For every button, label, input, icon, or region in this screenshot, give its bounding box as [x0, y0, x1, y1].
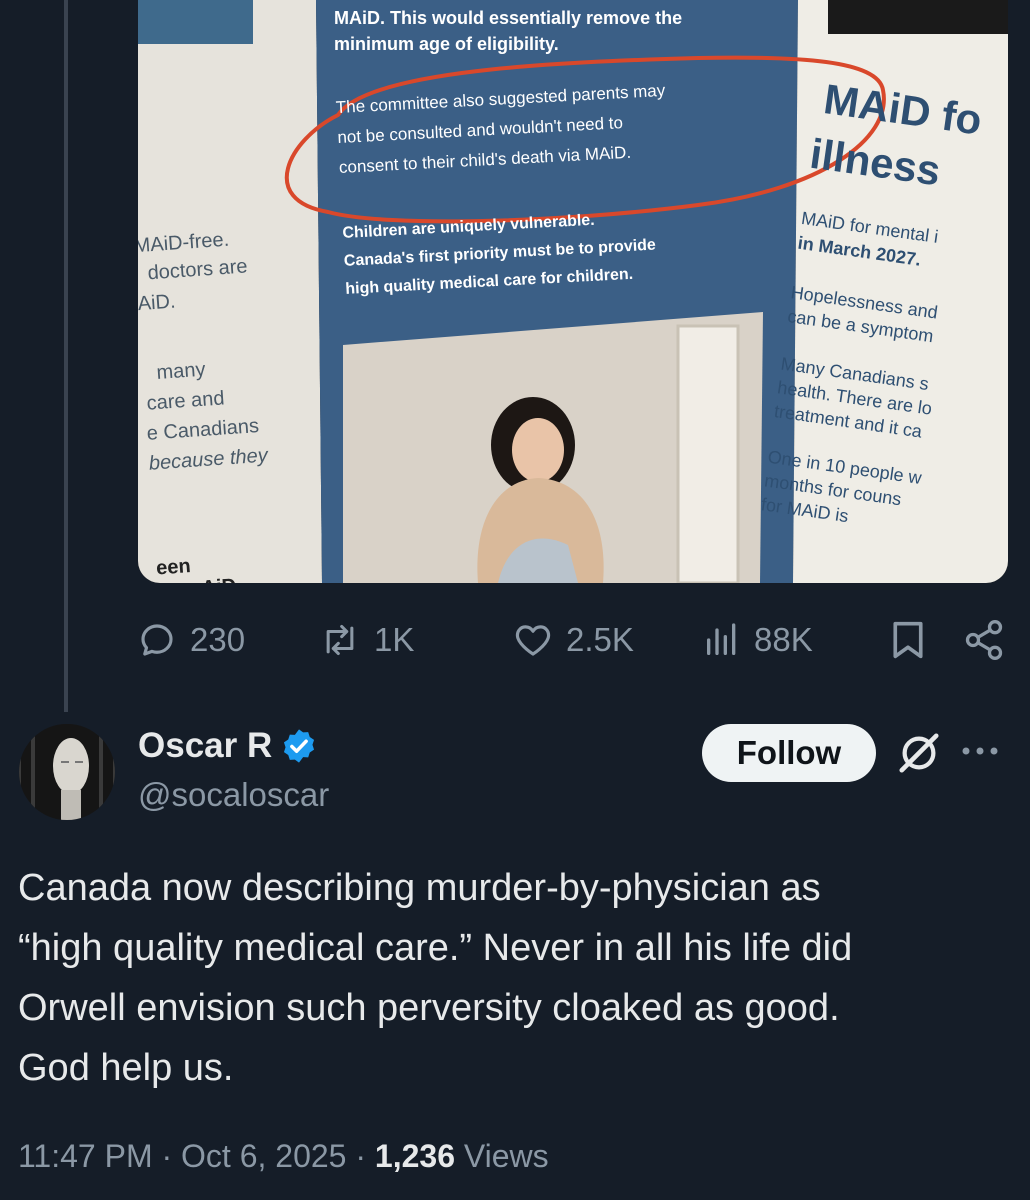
- left-panel-line-3: AiD.: [138, 291, 176, 316]
- repost-icon: [326, 624, 354, 656]
- follow-button[interactable]: Follow: [702, 724, 876, 782]
- repost-button[interactable]: 1K: [318, 612, 414, 668]
- reply-icon: [141, 624, 173, 656]
- left-panel-line-8: een: [155, 555, 191, 579]
- like-button[interactable]: 2.5K: [512, 612, 634, 668]
- views-button[interactable]: 88K: [702, 612, 813, 668]
- avatar-statue-image: [19, 724, 115, 820]
- tweet-action-bar: 230 1K 2.5K 88K: [136, 612, 1010, 668]
- repost-count: 1K: [374, 621, 415, 658]
- brochure-caption-top-2: minimum age of eligibility.: [334, 34, 559, 54]
- tweet-views-label: Views: [463, 1138, 549, 1174]
- brochure-caption-top-1: MAiD. This would essentially remove the: [334, 8, 682, 28]
- tweet-metadata: 11:47 PM · Oct 6, 2025 · 1,236 Views: [18, 1138, 549, 1175]
- author-name[interactable]: Oscar R: [138, 726, 272, 766]
- tweet-time[interactable]: 11:47 PM: [18, 1138, 153, 1174]
- tweet-text: Canada now describing murder-by-physicia…: [18, 867, 853, 1089]
- verified-badge-icon: [284, 729, 315, 763]
- share-icon: [965, 620, 1003, 660]
- like-count: 2.5K: [566, 621, 634, 658]
- bookmark-icon: [893, 621, 923, 659]
- tweet-date[interactable]: Oct 6, 2025: [181, 1138, 346, 1174]
- grok-icon[interactable]: [896, 730, 942, 776]
- share-button[interactable]: [962, 612, 1006, 668]
- more-options-icon[interactable]: [958, 736, 1002, 766]
- brochure-photo: MAiD. This would essentially remove the …: [138, 0, 1008, 583]
- reply-button[interactable]: 230: [136, 612, 245, 668]
- author-handle[interactable]: @socaloscar: [138, 776, 329, 814]
- tweet-views-count: 1,236: [374, 1138, 455, 1174]
- reply-count: 230: [190, 621, 246, 658]
- meta-separator: ·: [355, 1138, 375, 1174]
- author-name-row[interactable]: Oscar R: [138, 726, 318, 766]
- meta-separator: ·: [161, 1138, 182, 1174]
- views-count: 88K: [754, 621, 813, 658]
- avatar[interactable]: [19, 724, 115, 820]
- analytics-icon: [707, 623, 736, 655]
- thread-connector-line: [64, 0, 68, 712]
- left-panel-line-4: many: [156, 359, 206, 384]
- tweet-media-image[interactable]: MAiD. This would essentially remove the …: [138, 0, 1008, 583]
- heart-icon: [515, 625, 551, 656]
- bookmark-button[interactable]: [888, 612, 928, 668]
